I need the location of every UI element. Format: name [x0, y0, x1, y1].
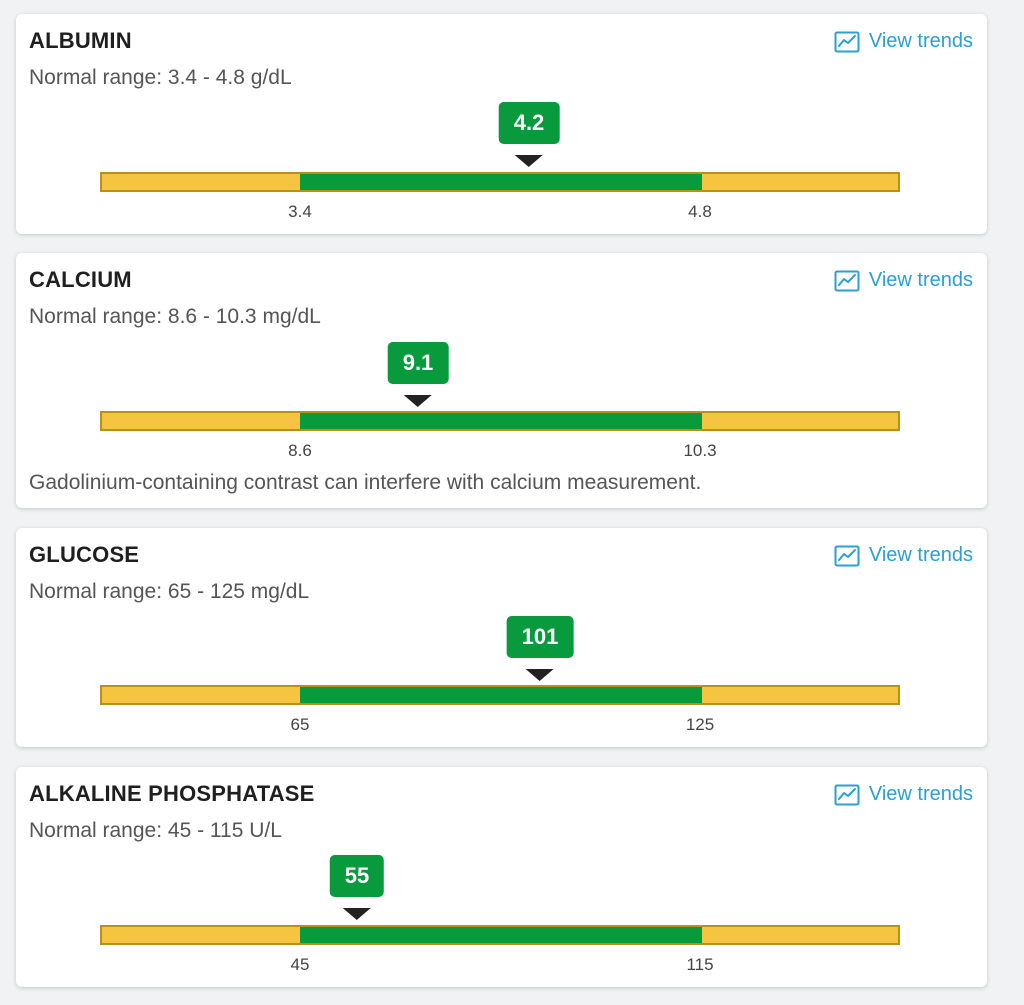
- range-bar: [100, 685, 900, 705]
- result-value-badge: 9.1: [387, 342, 449, 384]
- lab-result-card-calcium: CALCIUM View trends Normal range: 8.6 - …: [16, 253, 987, 508]
- range-low-label: 8.6: [288, 441, 312, 460]
- range-bar: [100, 172, 900, 192]
- test-name: ALKALINE PHOSPHATASE: [29, 781, 315, 806]
- view-trends-label: View trends: [868, 269, 973, 291]
- result-marker: 4.2: [498, 102, 560, 167]
- line-chart-icon: [834, 545, 860, 566]
- result-marker: 9.1: [387, 342, 449, 407]
- range-low-label: 3.4: [288, 202, 312, 221]
- range-high-label: 115: [686, 955, 714, 974]
- lab-result-card-albumin: ALBUMIN View trends Normal range: 3.4 - …: [16, 14, 987, 234]
- normal-range-segment: [300, 413, 702, 429]
- range-high-label: 125: [685, 715, 715, 734]
- line-chart-icon: [834, 784, 860, 805]
- marker-arrow-icon: [404, 395, 432, 407]
- result-marker: 55: [329, 855, 385, 920]
- result-value-badge: 101: [506, 616, 574, 658]
- normal-range-text: Normal range: 45 - 115 U/L: [29, 819, 282, 842]
- view-trends-label: View trends: [868, 30, 973, 52]
- line-chart-icon: [834, 270, 860, 291]
- range-high-label: 4.8: [688, 202, 712, 221]
- normal-range-segment: [300, 174, 702, 190]
- range-high-label: 10.3: [683, 441, 717, 460]
- normal-range-text: Normal range: 8.6 - 10.3 mg/dL: [29, 305, 321, 328]
- view-trends-link[interactable]: View trends: [834, 30, 973, 53]
- view-trends-link[interactable]: View trends: [834, 269, 973, 292]
- normal-range-text: Normal range: 65 - 125 mg/dL: [29, 580, 310, 603]
- interference-note: Gadolinium-containing contrast can inter…: [29, 471, 702, 494]
- range-bar: [100, 411, 900, 431]
- marker-arrow-icon: [526, 669, 554, 681]
- result-value-badge: 4.2: [498, 102, 560, 144]
- view-trends-label: View trends: [868, 783, 973, 805]
- normal-range-segment: [300, 687, 702, 703]
- line-chart-icon: [834, 31, 860, 52]
- normal-range-segment: [300, 927, 702, 943]
- range-bar: [100, 925, 900, 945]
- lab-result-card-alkaline-phosphatase: ALKALINE PHOSPHATASE View trends Normal …: [16, 767, 987, 987]
- marker-arrow-icon: [515, 155, 543, 167]
- test-name: CALCIUM: [29, 267, 132, 292]
- result-marker: 101: [506, 616, 574, 681]
- range-low-label: 45: [290, 955, 310, 974]
- test-name: ALBUMIN: [29, 28, 132, 53]
- result-value-badge: 55: [329, 855, 385, 897]
- view-trends-label: View trends: [868, 544, 973, 566]
- normal-range-text: Normal range: 3.4 - 4.8 g/dL: [29, 66, 292, 89]
- test-name: GLUCOSE: [29, 542, 140, 567]
- lab-result-card-glucose: GLUCOSE View trends Normal range: 65 - 1…: [16, 528, 987, 747]
- view-trends-link[interactable]: View trends: [834, 783, 973, 806]
- range-low-label: 65: [290, 715, 310, 734]
- marker-arrow-icon: [342, 908, 371, 920]
- view-trends-link[interactable]: View trends: [834, 544, 973, 567]
